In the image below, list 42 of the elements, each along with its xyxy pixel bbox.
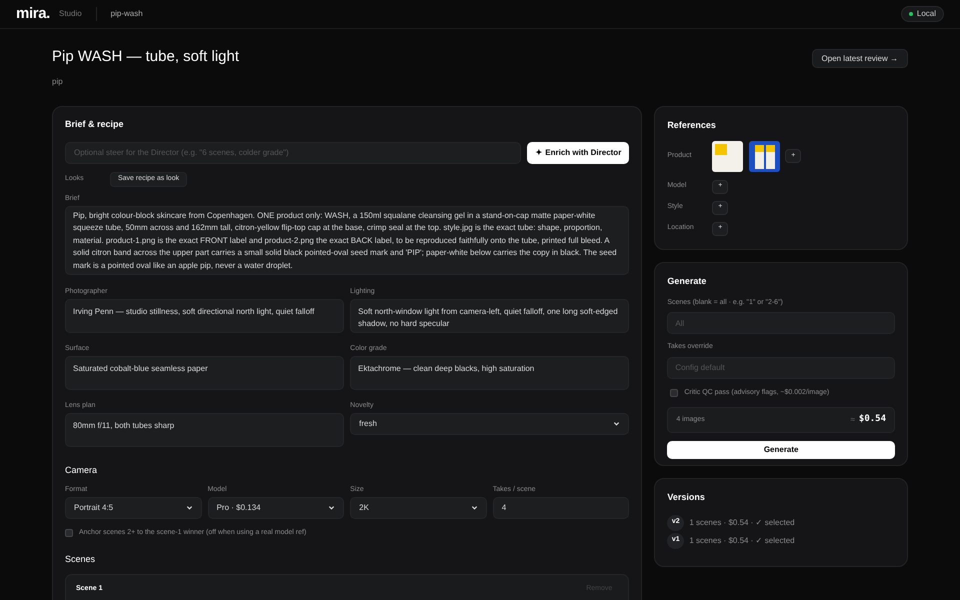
dropdown[interactable]: Pro · $0.134 [208, 496, 344, 518]
chevron-down-icon [613, 420, 620, 427]
sparkle-icon: ✦ [535, 146, 542, 158]
page-title: Pip WASH — tube, soft light [52, 48, 240, 66]
text-area[interactable]: Soft north-window light from camera-left, quiet falloff, one long soft-edged shadow, no hard specular [350, 298, 630, 332]
enrich-button[interactable]: ✦ Enrich with Director [527, 142, 630, 164]
scenes-input[interactable]: All [667, 312, 895, 334]
chevron-down-icon [328, 504, 336, 511]
version-summary: 1 scenes · $0.54 · ✓ selected [689, 534, 795, 546]
price: $0.54 [858, 413, 886, 426]
number-input[interactable]: 4 [492, 496, 630, 518]
open-review-button[interactable]: Open latest review → [812, 49, 908, 68]
section-title: Scenes [65, 553, 96, 565]
version-summary: 1 scenes · $0.54 · ✓ selected [689, 516, 795, 528]
chevron-down-icon [186, 504, 193, 511]
takes-input[interactable]: Config default [667, 356, 895, 378]
checkbox[interactable] [65, 528, 73, 537]
photo-placeholder [749, 140, 780, 172]
app-name: Studio [58, 8, 82, 20]
status-pill: Local [900, 6, 944, 22]
photo-placeholder [712, 140, 744, 172]
brief-textarea[interactable]: Pip, bright colour-block skincare from Copenhagen. ONE product only: WASH, a 150ml squalane cleansing gel in a stand-on-cap matte paper-white squeeze tube, 50mm across and 162mm tall, citron-yellow flip-top cap at the base, crimp seal at the top. style.jpg is the exact tube: shape, proportion, material. product-1.png is the exact FRONT label and product-2.png the exact BACK label, to be reproduced faithfully onto the tube, printed full bleed. A solid citron band across the upper part carries a small solid black pointed-oval seed mark and 'PIP'; paper-white below carries the copy in black. The seed mark is a pointed oval like an apple pip, never a water droplet. [65, 206, 630, 274]
dropdown[interactable]: 2K [350, 496, 487, 518]
section-title: Generate [667, 275, 708, 288]
text-area[interactable]: Irving Penn — studio stillness, soft directional north light, quiet falloff [65, 298, 344, 332]
approx-sign: ≈ [850, 414, 855, 426]
generate-button[interactable]: Generate [667, 441, 895, 459]
dropdown[interactable]: Portrait 4:5 [65, 496, 202, 518]
page-subtitle: pip [52, 76, 64, 88]
section-title: Brief & recipe [65, 118, 125, 131]
text-area[interactable]: 80mm f/11, both tubes sharp [65, 412, 344, 446]
steer-input[interactable]: Optional steer for the Director (e.g. "6 scenes, colder grade") [65, 142, 522, 164]
section-title: References [667, 119, 717, 132]
dropdown[interactable]: fresh [350, 412, 630, 434]
project-name[interactable]: pip-wash [110, 8, 143, 20]
logo: mira. [16, 4, 50, 24]
checkbox[interactable] [670, 388, 678, 397]
text-area[interactable]: Ektachrome — clean deep blacks, high saturation [350, 356, 630, 390]
text-area[interactable]: Saturated cobalt-blue seamless paper [65, 356, 344, 390]
section-title: Camera [65, 464, 98, 476]
section-title: Versions [667, 491, 706, 504]
chevron-down-icon [470, 504, 478, 511]
